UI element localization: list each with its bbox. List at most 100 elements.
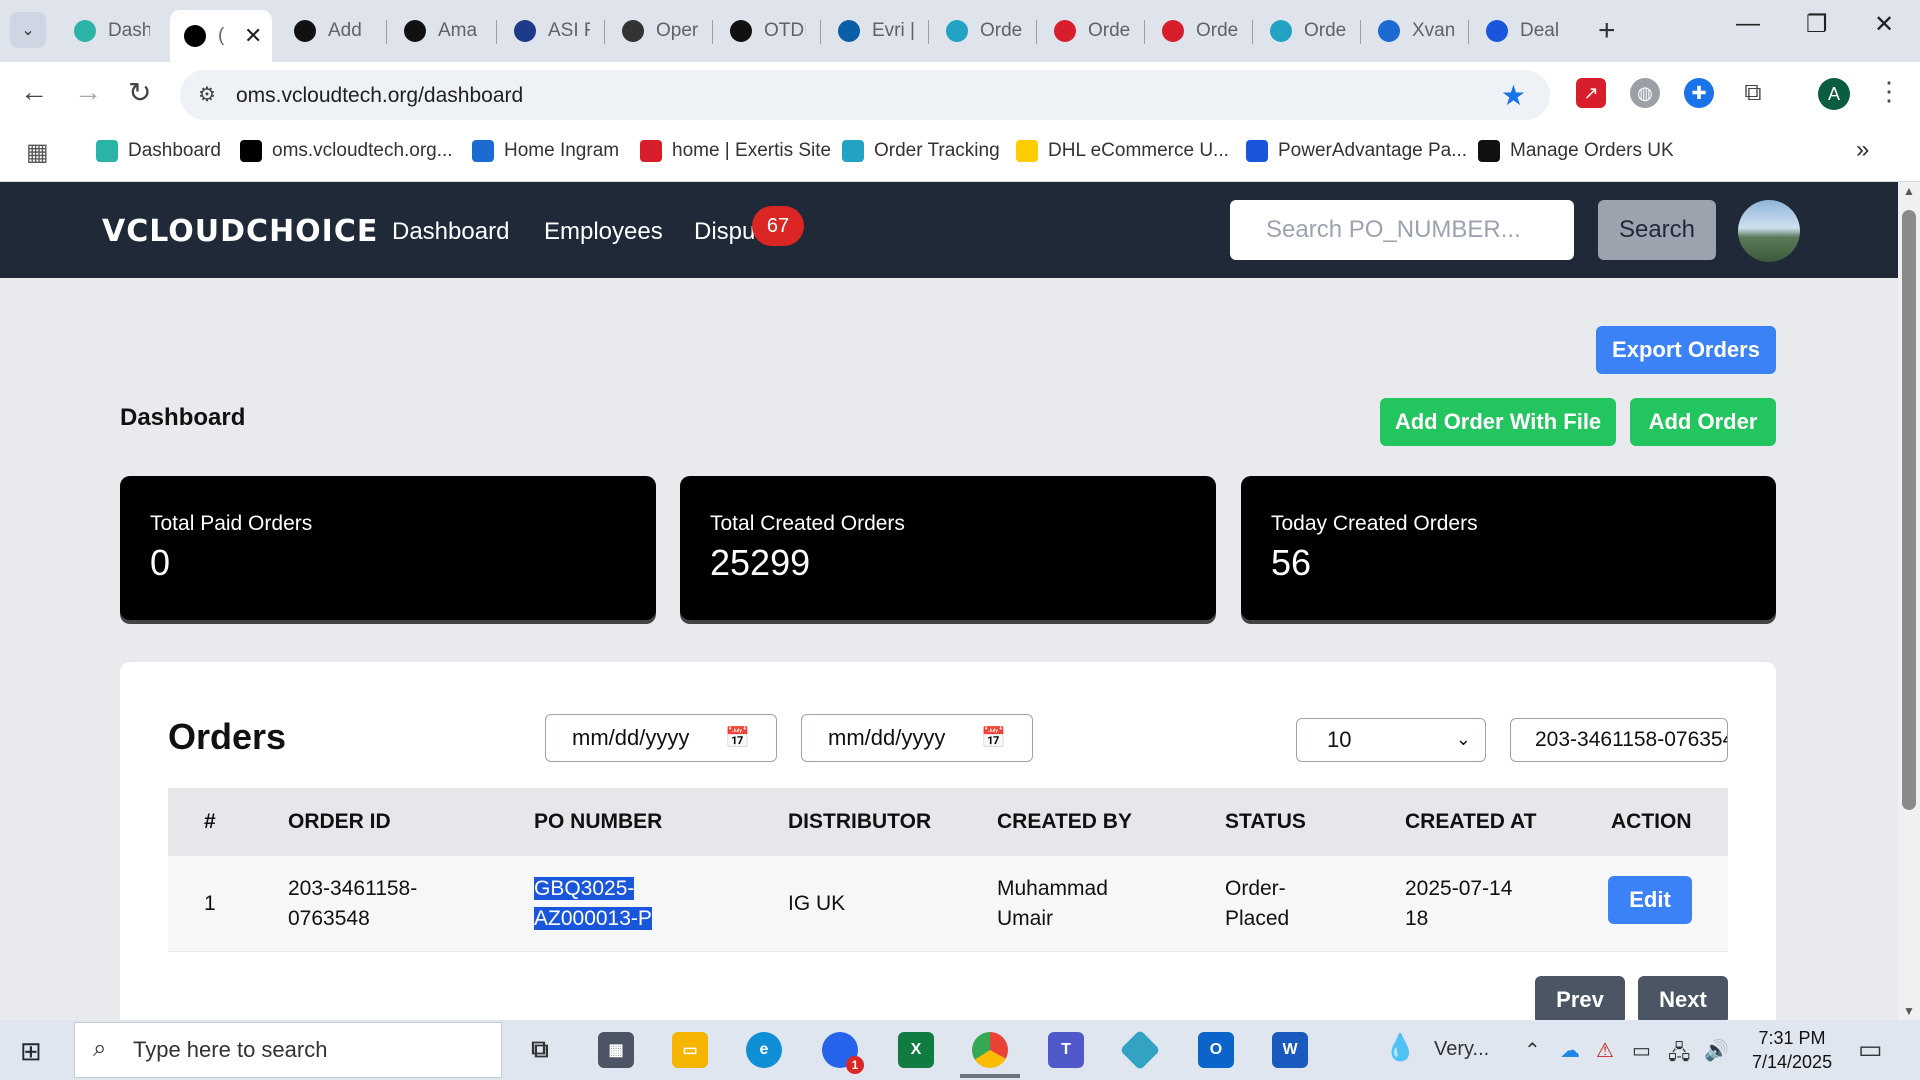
close-tab-icon[interactable]: ✕ xyxy=(244,23,262,49)
excel-icon[interactable]: X xyxy=(898,1032,934,1068)
page-size-select[interactable]: 10 ⌄ xyxy=(1296,718,1486,762)
file-explorer-icon[interactable]: ▭ xyxy=(672,1032,708,1068)
browser-tab[interactable]: Orde xyxy=(1256,10,1360,52)
browser-tab[interactable]: Orde xyxy=(1148,10,1252,52)
search-button[interactable]: Search xyxy=(1598,200,1716,260)
add-order-with-file-button[interactable]: Add Order With File xyxy=(1380,398,1616,446)
vcloudchoice-logo[interactable]: VCLOUDCHOICE xyxy=(102,214,378,249)
outlook-icon[interactable]: O xyxy=(1198,1032,1234,1068)
browser-tab[interactable]: Ama xyxy=(390,10,494,52)
nav-dashboard[interactable]: Dashboard xyxy=(392,218,509,246)
user-avatar[interactable] xyxy=(1738,200,1800,262)
calendar-icon[interactable]: 📅 xyxy=(981,725,1006,750)
bookmark-item[interactable]: Manage Orders UK xyxy=(1478,140,1674,162)
profile-avatar[interactable]: A xyxy=(1818,78,1850,110)
browser-tab[interactable]: Oper xyxy=(608,10,712,52)
tab-search-button[interactable]: ⌄ xyxy=(10,12,46,48)
date-from-input[interactable]: mm/dd/yyyy 📅 xyxy=(545,714,777,762)
pdf-extension-icon[interactable]: ↗ xyxy=(1576,78,1606,108)
order-id-line: 203-3461158- xyxy=(288,877,418,900)
calendar-icon[interactable]: 📅 xyxy=(725,725,750,750)
bookmark-item[interactable]: Dashboard xyxy=(96,140,221,162)
forward-arrow-icon[interactable]: → xyxy=(74,76,102,108)
edit-button[interactable]: Edit xyxy=(1608,876,1692,924)
browser-tab[interactable]: OTDI xyxy=(716,10,820,52)
bookmark-item[interactable]: oms.vcloudtech.org... xyxy=(240,140,453,162)
bookmark-item[interactable]: PowerAdvantage Pa... xyxy=(1246,140,1467,162)
globe-extension-icon[interactable]: ◍ xyxy=(1630,78,1660,108)
apps-grid-icon[interactable]: ▦ xyxy=(26,138,49,167)
diamond-app-icon[interactable] xyxy=(1119,1029,1161,1071)
browser-tab[interactable]: Orde xyxy=(1040,10,1144,52)
bookmark-item[interactable]: home | Exertis Site xyxy=(640,140,831,162)
extensions-puzzle-icon[interactable]: ⧉ xyxy=(1738,78,1768,108)
taskbar-clock[interactable]: 7:31 PM 7/14/2025 xyxy=(1752,1026,1832,1074)
scroll-down-icon[interactable]: ▼ xyxy=(1903,1004,1915,1018)
export-orders-button[interactable]: Export Orders xyxy=(1596,326,1776,374)
prev-page-button[interactable]: Prev xyxy=(1535,976,1625,1024)
col-created-by: CREATED BY xyxy=(997,810,1132,833)
po-search-input[interactable] xyxy=(1230,200,1574,260)
url-text[interactable]: oms.vcloudtech.org/dashboard xyxy=(236,84,523,108)
tray-chevron-up-icon[interactable]: ⌃ xyxy=(1524,1038,1541,1063)
site-info-icon[interactable]: ⚙ xyxy=(198,82,216,107)
date-to-input[interactable]: mm/dd/yyyy 📅 xyxy=(801,714,1033,762)
edge-icon[interactable]: e xyxy=(746,1032,782,1068)
order-filter-input[interactable]: 203-3461158-0763548 xyxy=(1510,718,1728,762)
new-tab-button[interactable]: + xyxy=(1598,14,1616,48)
task-view-icon[interactable]: ⧉ xyxy=(522,1032,558,1068)
back-arrow-icon[interactable]: ← xyxy=(20,76,48,108)
browser-tab[interactable]: (✕ xyxy=(170,10,272,62)
vpn-extension-icon[interactable]: ✚ xyxy=(1684,78,1714,108)
zoom-icon[interactable]: 1 xyxy=(822,1032,864,1074)
calculator-icon[interactable]: ▦ xyxy=(598,1032,634,1068)
notifications-icon[interactable]: ▭ xyxy=(1858,1034,1883,1065)
disputes-count-badge: 67 xyxy=(752,206,804,246)
bookmark-star-icon[interactable]: ★ xyxy=(1501,79,1526,112)
tab-separator xyxy=(386,20,387,44)
scroll-up-icon[interactable]: ▲ xyxy=(1903,184,1915,198)
scroll-thumb[interactable] xyxy=(1902,210,1916,810)
tab-title: Deal xyxy=(1520,20,1560,41)
tab-title: Orde xyxy=(1304,20,1346,41)
nav-disputes[interactable]: Dispu xyxy=(694,218,755,246)
close-window-button[interactable]: ✕ xyxy=(1874,10,1894,39)
browser-tab[interactable]: Deal xyxy=(1472,10,1576,52)
browser-tab[interactable]: Orde xyxy=(932,10,1036,52)
teams-icon[interactable]: T xyxy=(1048,1032,1084,1068)
bookmark-item[interactable]: Order Tracking xyxy=(842,140,1000,162)
bookmark-item[interactable]: Home Ingram xyxy=(472,140,619,162)
browser-tab[interactable]: ASI F xyxy=(500,10,604,52)
weather-text[interactable]: Very... xyxy=(1434,1038,1489,1061)
onedrive-icon[interactable]: ☁ xyxy=(1560,1038,1580,1063)
security-tray-icon[interactable]: ⚠ xyxy=(1596,1038,1614,1063)
bookmark-item[interactable]: DHL eCommerce U... xyxy=(1016,140,1229,162)
reload-icon[interactable]: ↻ xyxy=(128,76,151,109)
tab-title: Oper xyxy=(656,20,698,41)
restore-button[interactable]: ❐ xyxy=(1806,10,1828,39)
col-order-id: ORDER ID xyxy=(288,810,391,833)
browser-tab[interactable]: Evri | xyxy=(824,10,928,52)
chrome-icon[interactable] xyxy=(972,1032,1008,1068)
volume-icon[interactable]: 🔊 xyxy=(1704,1038,1729,1063)
word-icon[interactable]: W xyxy=(1272,1032,1308,1068)
bookmarks-overflow-icon[interactable]: » xyxy=(1856,136,1869,164)
battery-icon[interactable]: ▭ xyxy=(1632,1038,1651,1063)
address-bar[interactable]: ⚙ oms.vcloudtech.org/dashboard ★ xyxy=(180,70,1550,120)
windows-start-icon[interactable]: ⊞ xyxy=(20,1036,42,1067)
network-icon[interactable]: 🖧 xyxy=(1668,1038,1690,1072)
weather-icon[interactable]: 💧 xyxy=(1384,1032,1416,1063)
browser-tab[interactable]: Xvan xyxy=(1364,10,1468,52)
nav-employees[interactable]: Employees xyxy=(544,218,663,246)
more-menu-icon[interactable]: ⋮ xyxy=(1876,76,1902,107)
stat-label: Total Created Orders xyxy=(710,512,905,535)
page-scrollbar[interactable]: ▲ ▼ xyxy=(1898,182,1920,1020)
taskbar-search[interactable]: ⌕ Type here to search xyxy=(74,1022,502,1078)
next-page-button[interactable]: Next xyxy=(1638,976,1728,1024)
browser-tab[interactable]: Add xyxy=(280,10,384,52)
windows-taskbar: ⊞ ⌕ Type here to search ⧉ ▦ ▭ e 1 X T O … xyxy=(0,1020,1920,1080)
minimize-button[interactable]: — xyxy=(1736,10,1760,38)
add-order-button[interactable]: Add Order xyxy=(1630,398,1776,446)
tab-title: ASI F xyxy=(548,20,590,41)
browser-tab[interactable]: Dash xyxy=(60,10,164,52)
